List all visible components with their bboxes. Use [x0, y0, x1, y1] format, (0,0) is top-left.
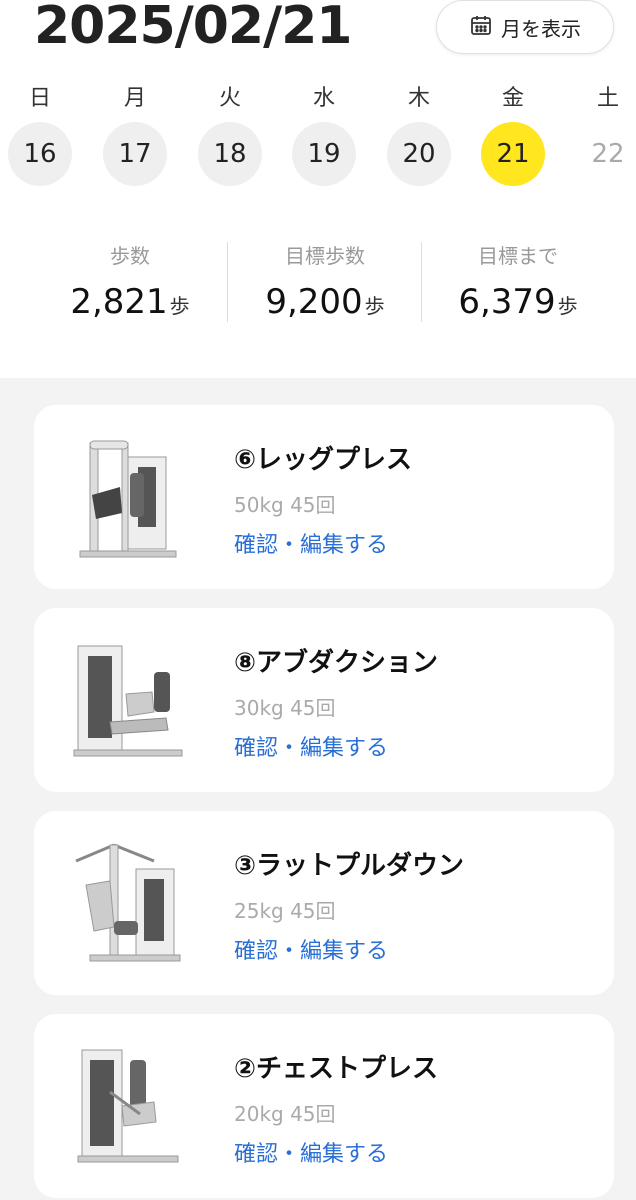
- workout-title: ②チェストプレス: [234, 1054, 439, 1084]
- stat-value-row: 6,379 歩: [420, 280, 616, 328]
- day-of-week: 水: [312, 86, 335, 111]
- stat-value-row: 2,821 歩: [32, 280, 228, 328]
- show-month-label: 月を表示: [501, 16, 581, 41]
- stat-value: 6,379: [458, 282, 556, 322]
- confirm-edit-link[interactable]: 確認・編集する: [234, 730, 388, 762]
- day-number: 17: [103, 122, 167, 186]
- confirm-edit-link[interactable]: 確認・編集する: [234, 527, 388, 559]
- day-tue[interactable]: 火 18: [198, 82, 262, 186]
- day-number: 16: [8, 122, 72, 186]
- workout-detail: 30kg 45回: [234, 696, 336, 720]
- stat-value: 9,200: [265, 282, 363, 322]
- stat-remaining: 目標まで 6,379 歩: [420, 238, 616, 328]
- day-mon[interactable]: 月 17: [103, 82, 167, 186]
- workout-list: ⑥レッグプレス 50kg 45回 確認・編集する ⑧アブダクション 30kg 4…: [0, 378, 636, 1200]
- stat-value-row: 9,200 歩: [227, 280, 423, 328]
- workout-detail: 25kg 45回: [234, 899, 336, 923]
- day-number-selected: 21: [481, 122, 545, 186]
- day-thu[interactable]: 木 20: [387, 82, 451, 186]
- stat-unit: 歩: [169, 294, 190, 318]
- day-sun[interactable]: 日 16: [8, 82, 72, 186]
- day-of-week: 月: [123, 86, 146, 111]
- workout-card-lat-pulldown[interactable]: ③ラットプルダウン 25kg 45回 確認・編集する: [34, 811, 614, 995]
- week-strip: 日 16 月 17 火 18 水 19 木 20 金 21 土 22: [0, 82, 636, 192]
- stat-goal-steps: 目標歩数 9,200 歩: [227, 238, 423, 328]
- stat-unit: 歩: [364, 294, 385, 318]
- step-stats: 歩数 2,821 歩 目標歩数 9,200 歩 目標まで 6,379 歩: [0, 238, 636, 328]
- day-number: 19: [292, 122, 356, 186]
- page-title: 2025/02/21: [34, 0, 352, 56]
- day-of-week: 火: [218, 86, 241, 111]
- day-number: 20: [387, 122, 451, 186]
- day-fri[interactable]: 金 21: [481, 82, 545, 186]
- day-of-week: 土: [596, 86, 619, 111]
- workout-card-abduction[interactable]: ⑧アブダクション 30kg 45回 確認・編集する: [34, 608, 614, 792]
- workout-card-leg-press[interactable]: ⑥レッグプレス 50kg 45回 確認・編集する: [34, 405, 614, 589]
- day-of-week: 日: [28, 86, 51, 111]
- leg-press-machine-icon: [70, 433, 190, 561]
- workout-detail: 20kg 45回: [234, 1102, 336, 1126]
- workout-title: ⑥レッグプレス: [234, 445, 413, 475]
- stat-label: 目標歩数: [285, 244, 365, 268]
- chest-press-machine-icon: [70, 1042, 190, 1170]
- day-number: 22: [591, 139, 625, 169]
- day-number: 18: [198, 122, 262, 186]
- workout-detail: 50kg 45回: [234, 493, 336, 517]
- abduction-machine-icon: [70, 636, 190, 764]
- day-of-week: 金: [501, 86, 524, 111]
- stat-steps: 歩数 2,821 歩: [32, 238, 228, 328]
- stat-value: 2,821: [70, 282, 168, 322]
- lat-pulldown-machine-icon: [70, 839, 190, 967]
- workout-title: ⑧アブダクション: [234, 648, 439, 678]
- header: 2025/02/21 月を表示 日 16 月 17 火 18 水 19 木 20…: [0, 0, 636, 378]
- confirm-edit-link[interactable]: 確認・編集する: [234, 1136, 388, 1168]
- stat-unit: 歩: [557, 294, 578, 318]
- confirm-edit-link[interactable]: 確認・編集する: [234, 933, 388, 965]
- day-wed[interactable]: 水 19: [292, 82, 356, 186]
- day-of-week: 木: [407, 86, 430, 111]
- stat-label: 歩数: [110, 244, 150, 268]
- calendar-icon: [469, 13, 493, 42]
- workout-card-chest-press[interactable]: ②チェストプレス 20kg 45回 確認・編集する: [34, 1014, 614, 1198]
- show-month-button[interactable]: 月を表示: [436, 0, 614, 54]
- stat-label: 目標まで: [478, 244, 558, 268]
- workout-title: ③ラットプルダウン: [234, 851, 465, 881]
- day-sat[interactable]: 土 22: [576, 82, 636, 186]
